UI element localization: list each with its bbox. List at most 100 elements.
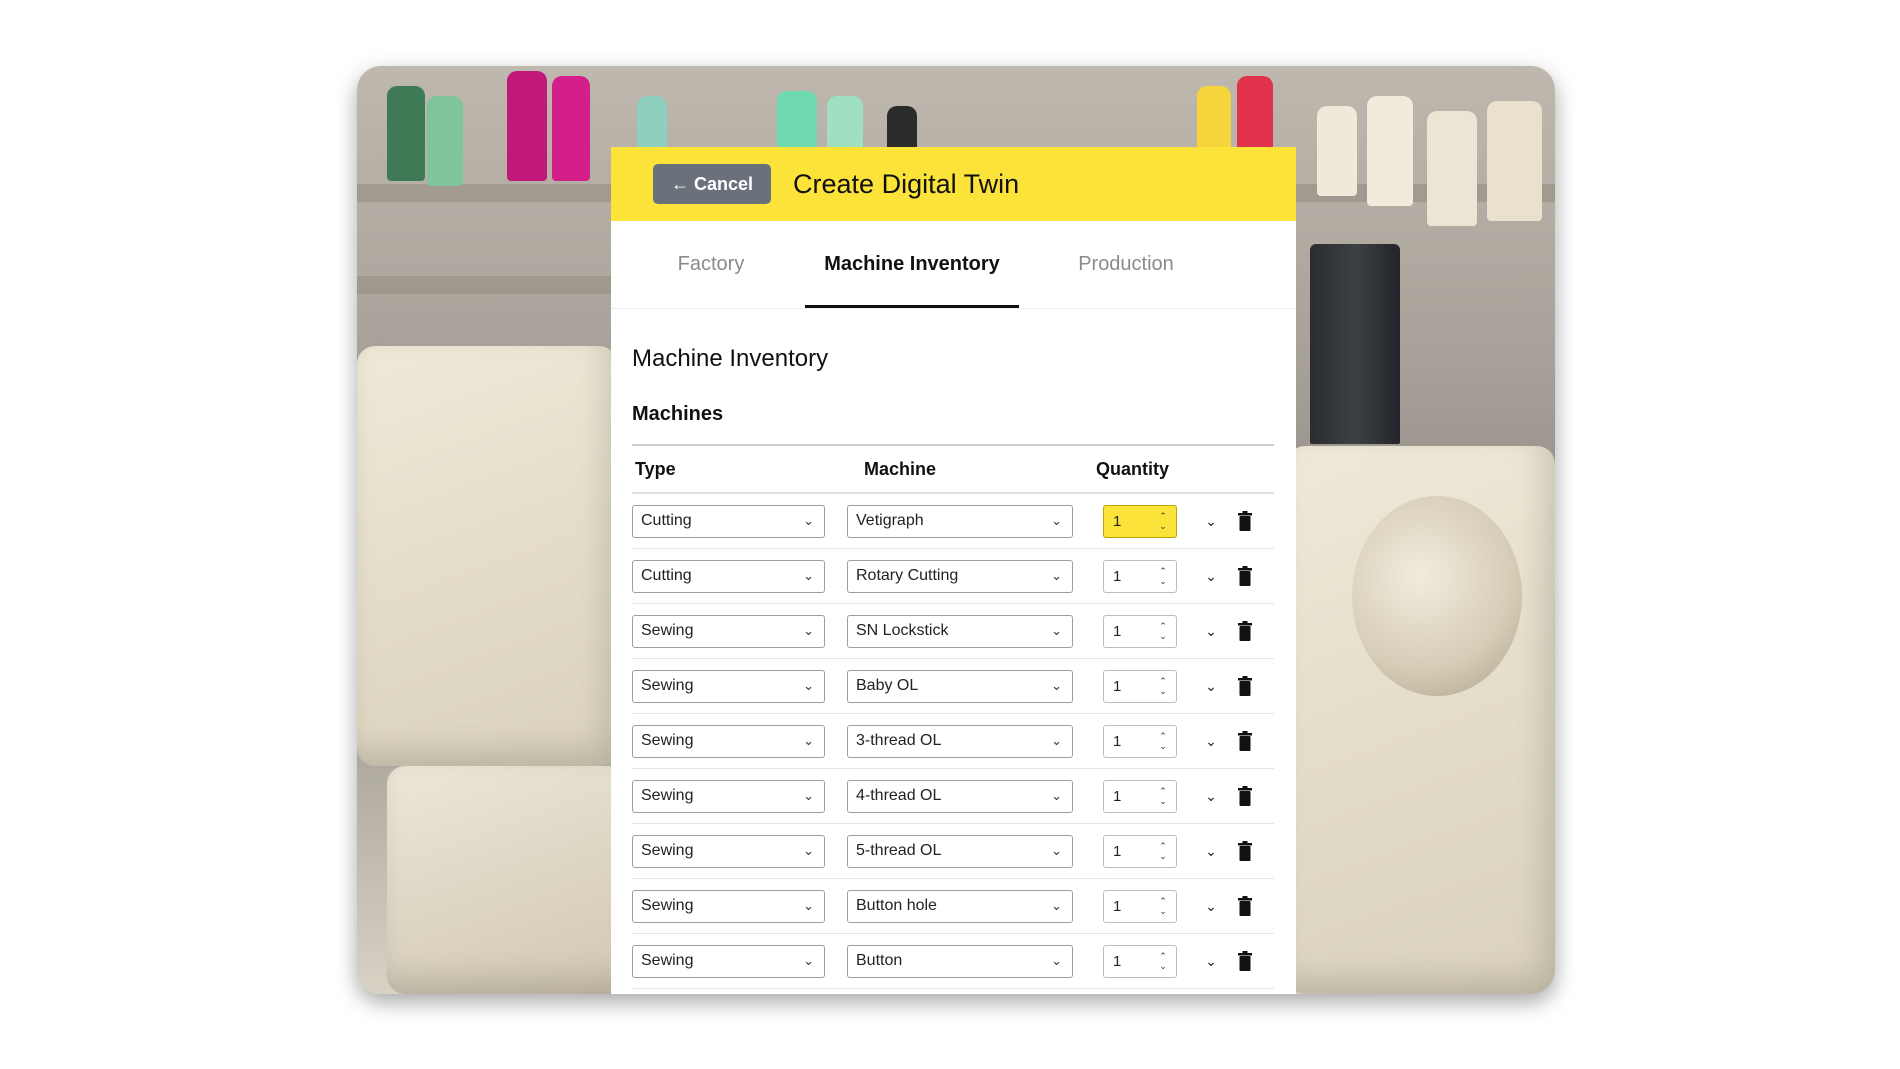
expand-row-chevron-icon[interactable]: ⌄	[1198, 953, 1224, 970]
expand-row-chevron-icon[interactable]: ⌄	[1198, 568, 1224, 585]
create-digital-twin-panel: ← Cancel Create Digital Twin Factory Mac…	[611, 147, 1296, 994]
tab-factory[interactable]: Factory	[659, 221, 763, 308]
machine-select-value: Baby OL	[856, 677, 919, 694]
machine-select[interactable]: 5-thread OL ⌄	[847, 834, 1073, 868]
machine-select[interactable]: Rotary Cutting ⌄	[847, 559, 1073, 593]
quantity-value: 1	[1113, 732, 1122, 750]
expand-row-chevron-icon[interactable]: ⌄	[1198, 623, 1224, 640]
chevron-down-icon: ⌄	[803, 677, 814, 693]
page-title: Create Digital Twin	[793, 168, 1020, 199]
quantity-stepper[interactable]: 1 ⌃ ⌄	[1103, 944, 1177, 978]
table-row: Sewing ⌄ 3-thread OL ⌄ 1 ⌃ ⌄ ⌄	[632, 714, 1274, 769]
chevron-down-icon: ⌄	[803, 732, 814, 748]
expand-row-chevron-icon[interactable]: ⌄	[1198, 733, 1224, 750]
quantity-value: 1	[1113, 567, 1122, 585]
machine-select[interactable]: Baby OL ⌄	[847, 669, 1073, 703]
table-header: Type Machine Quantity	[632, 446, 1274, 494]
trash-icon[interactable]	[1238, 786, 1252, 806]
quantity-stepper[interactable]: 1 ⌃ ⌄	[1103, 559, 1177, 593]
trash-icon[interactable]	[1238, 896, 1252, 916]
chevron-down-icon: ⌄	[803, 787, 814, 803]
type-select[interactable]: Cutting ⌄	[632, 504, 825, 538]
machine-select-value: 4-thread OL	[856, 787, 942, 804]
machine-select-value: Button	[856, 952, 903, 969]
machine-select[interactable]: 4-thread OL ⌄	[847, 779, 1073, 813]
type-select-value: Cutting	[641, 567, 692, 584]
trash-icon[interactable]	[1238, 731, 1252, 751]
trash-icon[interactable]	[1238, 841, 1252, 861]
trash-icon[interactable]	[1238, 566, 1252, 586]
machine-select[interactable]: Button hole ⌄	[847, 889, 1073, 923]
cancel-button[interactable]: ← Cancel	[653, 164, 772, 204]
chevron-down-icon: ⌄	[1051, 512, 1062, 528]
quantity-value: 1	[1113, 622, 1122, 640]
tab-production[interactable]: Production	[1061, 221, 1191, 308]
tab-machine-inventory[interactable]: Machine Inventory	[805, 221, 1019, 308]
quantity-stepper[interactable]: 1 ⌃ ⌄	[1103, 889, 1177, 923]
type-select[interactable]: Cutting ⌄	[632, 559, 825, 593]
trash-icon[interactable]	[1238, 621, 1252, 641]
chevron-down-icon: ⌄	[1051, 952, 1062, 968]
table-row: Sewing ⌄ Button hole ⌄ 1 ⌃ ⌄ ⌄	[632, 879, 1274, 934]
up-down-stepper-icon[interactable]: ⌃ ⌄	[1158, 895, 1168, 917]
chevron-down-icon: ⌄	[1051, 787, 1062, 803]
trash-icon[interactable]	[1238, 951, 1252, 971]
column-header-type: Type	[635, 458, 676, 479]
expand-row-chevron-icon[interactable]: ⌄	[1198, 843, 1224, 860]
type-select[interactable]: Sewing ⌄	[632, 889, 825, 923]
quantity-stepper[interactable]: 1 ⌃ ⌄	[1103, 724, 1177, 758]
chevron-down-icon: ⌄	[1051, 622, 1062, 638]
type-select[interactable]: Sewing ⌄	[632, 669, 825, 703]
type-select[interactable]: Sewing ⌄	[632, 779, 825, 813]
quantity-value: 1	[1113, 677, 1122, 695]
quantity-stepper[interactable]: 1 ⌃ ⌄	[1103, 614, 1177, 648]
chevron-down-icon: ⌄	[803, 952, 814, 968]
quantity-stepper[interactable]: 1 ⌃ ⌄	[1103, 779, 1177, 813]
type-select-value: Sewing	[641, 622, 694, 639]
machine-select[interactable]: Vetigraph ⌄	[847, 504, 1073, 538]
up-down-stepper-icon[interactable]: ⌃ ⌄	[1158, 840, 1168, 862]
type-select-value: Sewing	[641, 952, 694, 969]
up-down-stepper-icon[interactable]: ⌃ ⌄	[1158, 950, 1168, 972]
column-header-machine: Machine	[864, 458, 937, 479]
expand-row-chevron-icon[interactable]: ⌄	[1198, 898, 1224, 915]
machine-select-value: Rotary Cutting	[856, 567, 959, 584]
chevron-down-icon: ⌄	[1051, 677, 1062, 693]
expand-row-chevron-icon[interactable]: ⌄	[1198, 513, 1224, 530]
quantity-stepper[interactable]: 1 ⌃ ⌄	[1103, 504, 1177, 538]
up-down-stepper-icon[interactable]: ⌃ ⌄	[1158, 565, 1168, 587]
type-select[interactable]: Sewing ⌄	[632, 834, 825, 868]
expand-row-chevron-icon[interactable]: ⌄	[1198, 788, 1224, 805]
machine-select[interactable]: Button ⌄	[847, 944, 1073, 978]
machine-select[interactable]: SN Lockstick ⌄	[847, 614, 1073, 648]
type-select-value: Sewing	[641, 732, 694, 749]
panel-header: ← Cancel Create Digital Twin	[611, 147, 1296, 221]
trash-icon[interactable]	[1238, 511, 1252, 531]
chevron-down-icon: ⌄	[803, 842, 814, 858]
type-select-value: Sewing	[641, 842, 694, 859]
quantity-value: 1	[1113, 842, 1122, 860]
machine-select-value: 5-thread OL	[856, 842, 942, 859]
quantity-stepper[interactable]: 1 ⌃ ⌄	[1103, 834, 1177, 868]
chevron-down-icon: ⌄	[1051, 842, 1062, 858]
type-select[interactable]: Sewing ⌄	[632, 724, 825, 758]
type-select[interactable]: Sewing ⌄	[632, 614, 825, 648]
expand-row-chevron-icon[interactable]: ⌄	[1198, 678, 1224, 695]
machine-select[interactable]: 3-thread OL ⌄	[847, 724, 1073, 758]
table-row: Sewing ⌄ Button ⌄ 1 ⌃ ⌄ ⌄	[632, 934, 1274, 989]
quantity-stepper[interactable]: 1 ⌃ ⌄	[1103, 669, 1177, 703]
table-row: Sewing ⌄ 5-thread OL ⌄ 1 ⌃ ⌄ ⌄	[632, 824, 1274, 879]
table-row: Cutting ⌄ Rotary Cutting ⌄ 1 ⌃ ⌄ ⌄	[632, 549, 1274, 604]
up-down-stepper-icon[interactable]: ⌃ ⌄	[1158, 620, 1168, 642]
trash-icon[interactable]	[1238, 676, 1252, 696]
table-row: Cutting ⌄ Vetigraph ⌄ 1 ⌃ ⌄ ⌄	[632, 494, 1274, 549]
up-down-stepper-icon[interactable]: ⌃ ⌄	[1158, 510, 1168, 532]
machine-select-value: Button hole	[856, 897, 937, 914]
quantity-value: 1	[1113, 952, 1122, 970]
chevron-down-icon: ⌄	[803, 897, 814, 913]
up-down-stepper-icon[interactable]: ⌃ ⌄	[1158, 730, 1168, 752]
up-down-stepper-icon[interactable]: ⌃ ⌄	[1158, 785, 1168, 807]
type-select[interactable]: Sewing ⌄	[632, 944, 825, 978]
up-down-stepper-icon[interactable]: ⌃ ⌄	[1158, 675, 1168, 697]
type-select-value: Sewing	[641, 787, 694, 804]
